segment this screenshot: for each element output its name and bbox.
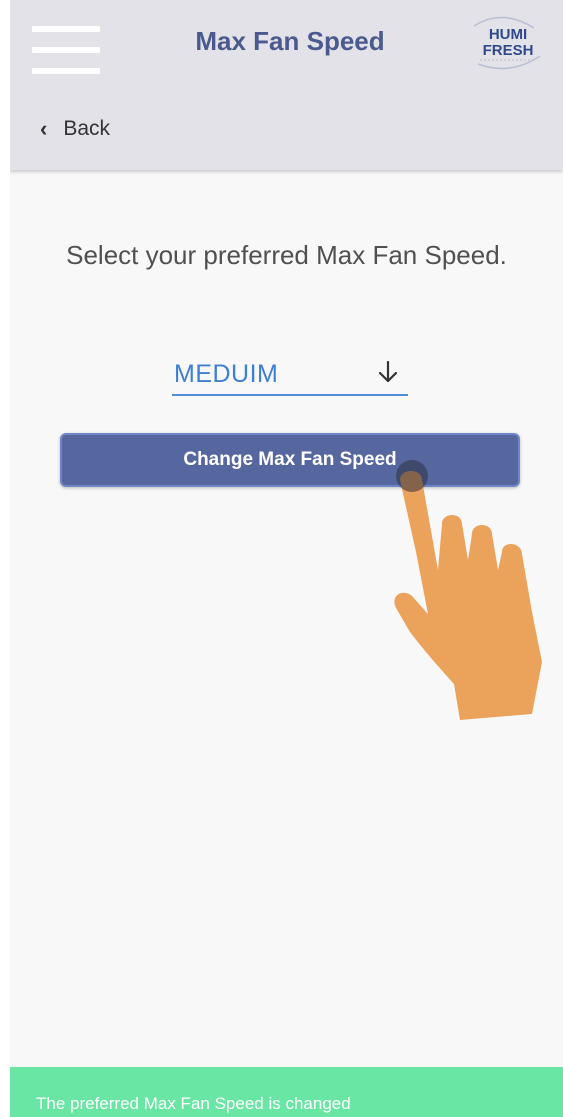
tap-hand-icon: [394, 460, 542, 720]
app-screen: Max Fan Speed HUMI FRESH ‹ Back Select y…: [10, 0, 563, 1117]
selected-speed-value: MEDUIM: [174, 360, 279, 388]
back-button[interactable]: ‹ Back: [40, 114, 110, 144]
page-title: Max Fan Speed: [195, 26, 385, 56]
chevron-left-icon: ‹: [40, 116, 48, 141]
app-header: Max Fan Speed HUMI FRESH ‹ Back: [10, 0, 563, 170]
humifresh-logo: HUMI FRESH: [473, 16, 541, 70]
back-label: Back: [63, 117, 111, 140]
hamburger-menu-icon[interactable]: [32, 26, 100, 74]
logo-line-2: FRESH: [483, 42, 534, 59]
max-fan-speed-select[interactable]: MEDUIM: [172, 356, 408, 396]
instruction-text: Select your preferred Max Fan Speed.: [66, 240, 507, 270]
logo-line-1: HUMI: [489, 26, 527, 43]
toast-message: The preferred Max Fan Speed is changed: [36, 1094, 351, 1113]
arrow-down-icon: [378, 360, 398, 383]
status-toast: The preferred Max Fan Speed is changed: [10, 1067, 563, 1117]
